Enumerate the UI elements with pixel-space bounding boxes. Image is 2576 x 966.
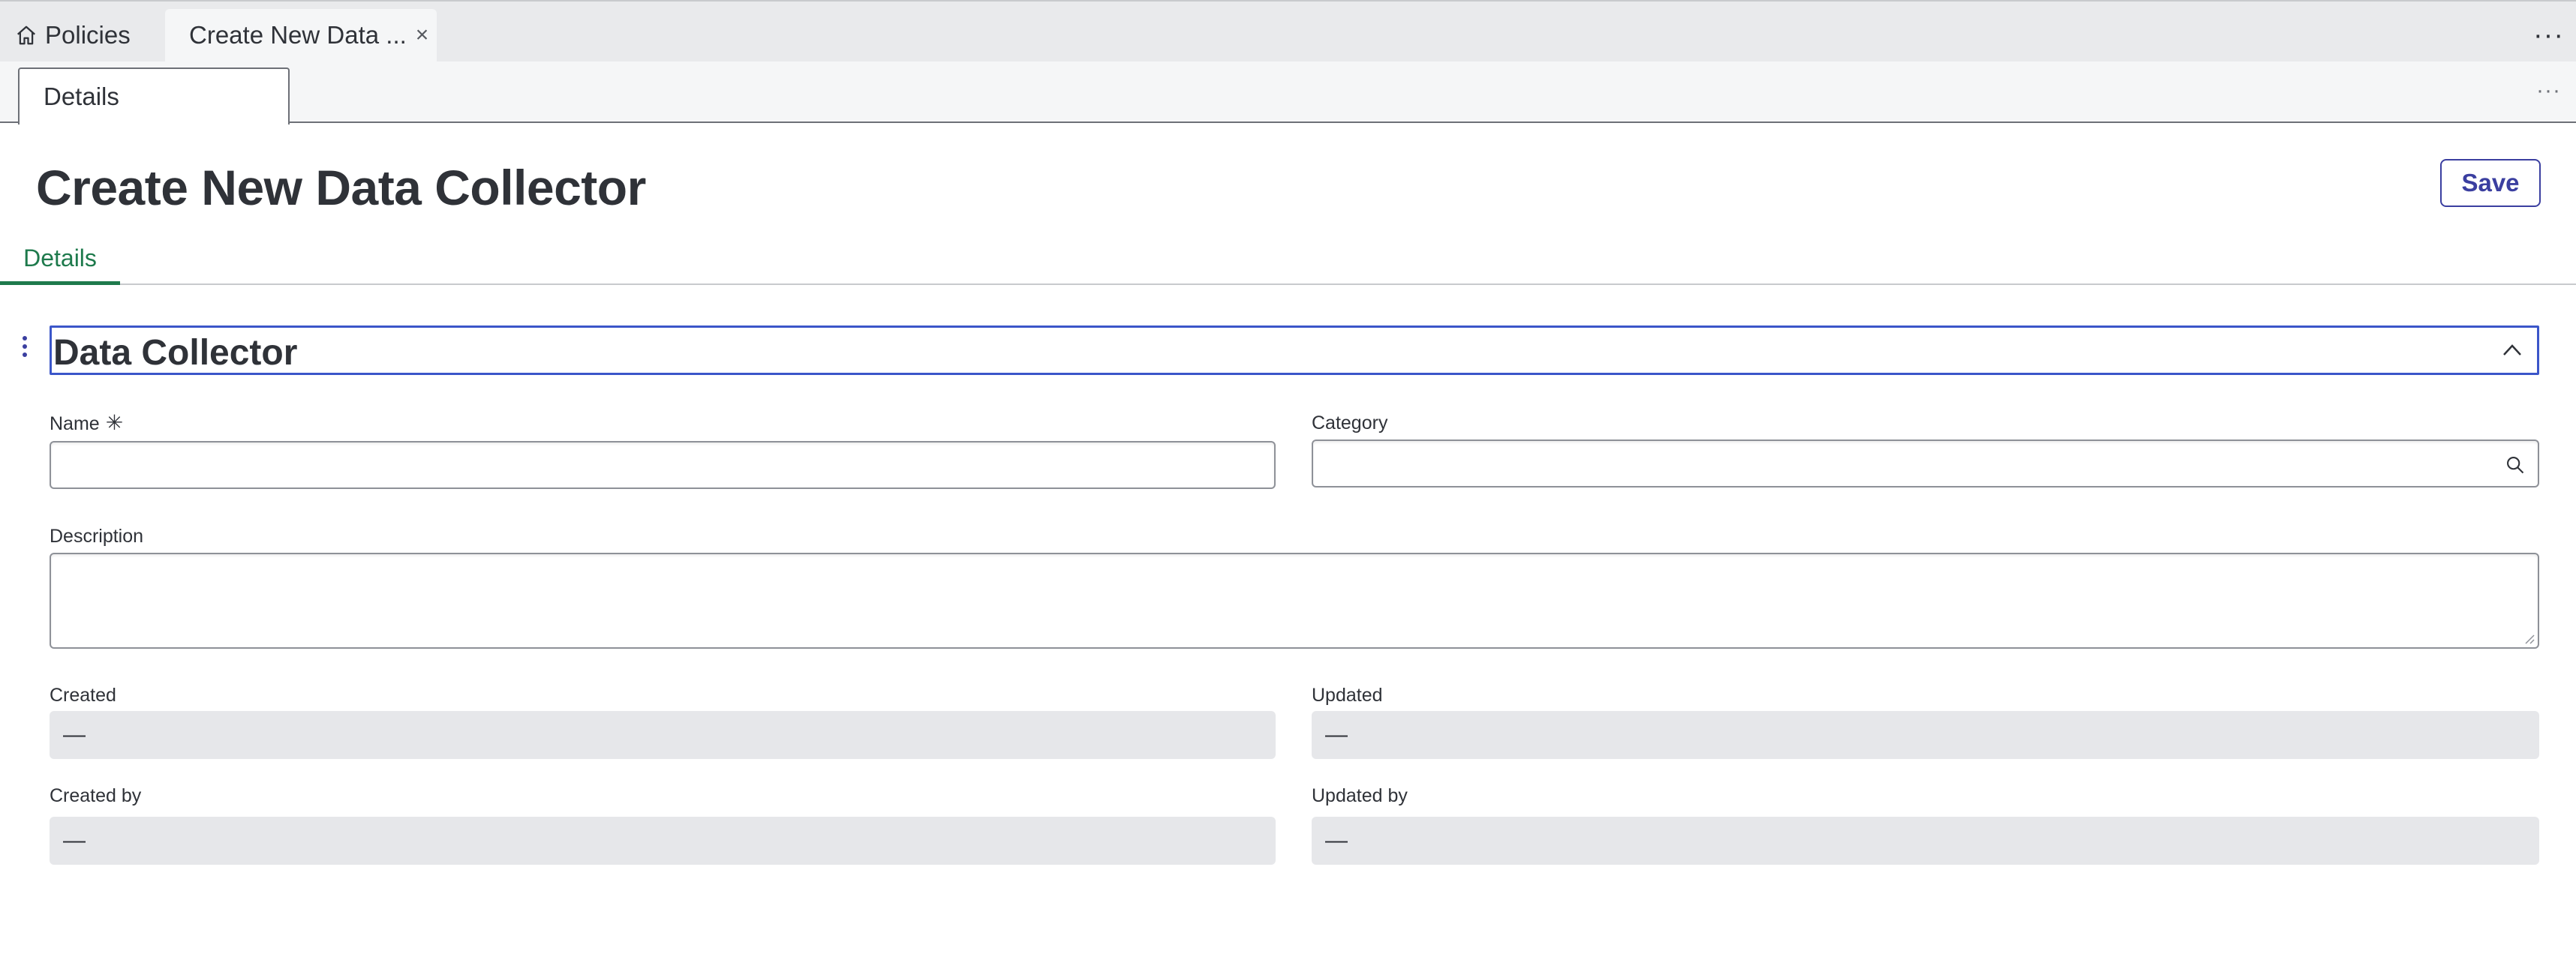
form-tab-details[interactable]: Details <box>18 68 290 124</box>
chevron-up-icon[interactable] <box>2501 341 2523 359</box>
more-options-icon[interactable]: ··· <box>2533 21 2564 50</box>
name-input[interactable] <box>51 442 1274 488</box>
section-tabs: Details <box>0 242 2576 285</box>
description-textarea[interactable] <box>50 553 2539 649</box>
search-icon[interactable] <box>2505 454 2526 476</box>
form-more-options-icon[interactable]: ··· <box>2536 78 2561 104</box>
updated-label: Updated <box>1312 685 1383 706</box>
workspace-tabbar: Policies Create New Data ... × ··· <box>0 0 2576 62</box>
created-by-label: Created by <box>50 785 142 806</box>
updated-value: — <box>1312 711 2539 759</box>
name-label-text: Name <box>50 413 100 434</box>
updated-by-value: — <box>1312 817 2539 865</box>
app-root: Policies Create New Data ... × ··· Detai… <box>0 0 2576 966</box>
name-label: Name ✳ <box>50 410 123 435</box>
category-input[interactable] <box>1313 441 2538 486</box>
page-title: Create New Data Collector <box>36 160 646 215</box>
category-label: Category <box>1312 412 1388 434</box>
tab-policies-label: Policies <box>45 21 131 49</box>
resize-grip-icon[interactable] <box>2523 632 2535 644</box>
section-header-data-collector[interactable]: Data Collector <box>50 326 2539 375</box>
home-icon <box>17 26 35 45</box>
updated-by-label: Updated by <box>1312 785 1408 806</box>
created-label: Created <box>50 685 116 706</box>
created-by-value: — <box>50 817 1276 865</box>
tab-details[interactable]: Details <box>0 242 120 285</box>
required-icon: ✳ <box>105 411 124 434</box>
tab-policies[interactable]: Policies <box>9 9 159 62</box>
description-label: Description <box>50 526 144 547</box>
tab-active-label: Create New Data ... <box>189 21 407 49</box>
created-value: — <box>50 711 1276 759</box>
section-title: Data Collector <box>53 333 298 373</box>
tab-create-new-data-collector[interactable]: Create New Data ... × <box>165 9 437 62</box>
form-tabbar: Details ··· <box>0 62 2576 124</box>
name-field-wrapper <box>50 441 1276 489</box>
drag-handle-icon[interactable] <box>20 336 30 357</box>
category-field-wrapper <box>1312 440 2539 488</box>
close-icon[interactable]: × <box>416 24 429 46</box>
save-button[interactable]: Save <box>2440 159 2541 207</box>
